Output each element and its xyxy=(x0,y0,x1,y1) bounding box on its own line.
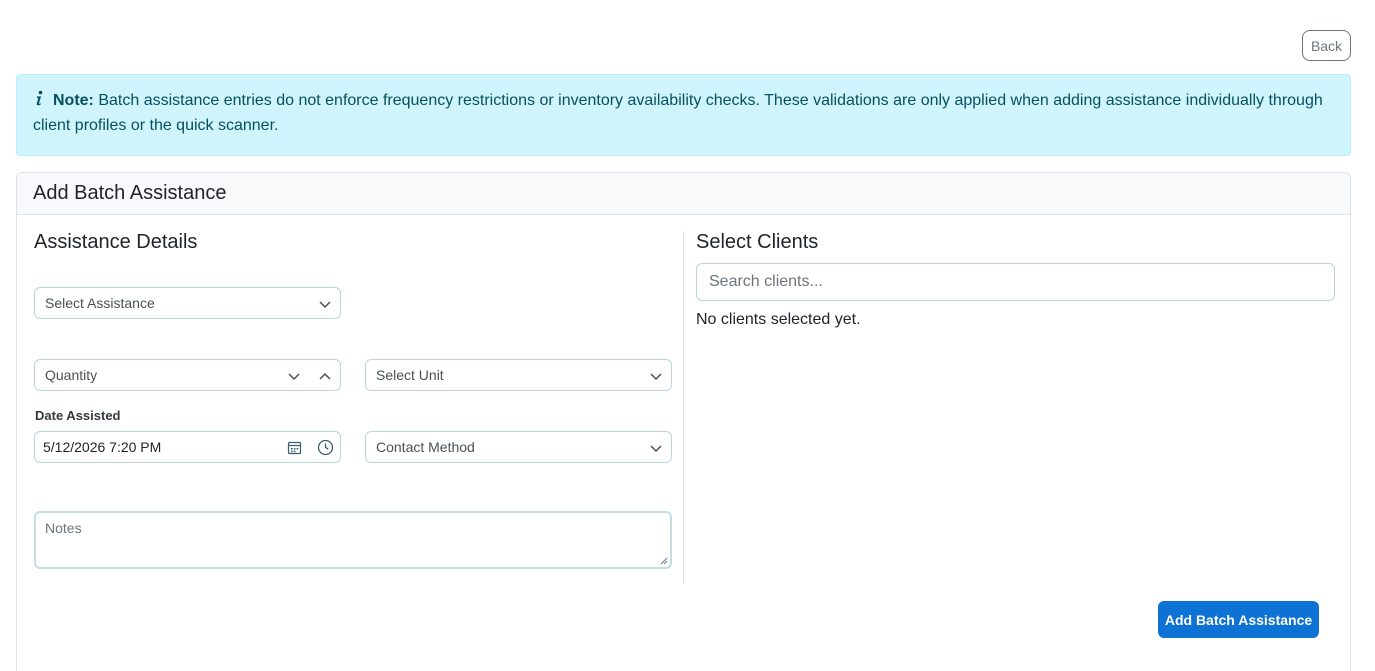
select-clients-title: Select Clients xyxy=(696,231,819,253)
clock-icon[interactable] xyxy=(317,439,334,456)
notes-placeholder: Notes xyxy=(45,520,82,536)
quantity-placeholder: Quantity xyxy=(45,367,98,383)
info-alert: Note: Batch assistance entries do not en… xyxy=(16,74,1351,156)
note-text: Batch assistance entries do not enforce … xyxy=(33,92,1323,134)
column-divider xyxy=(683,231,684,584)
quantity-stepper[interactable]: Quantity xyxy=(34,359,341,391)
back-button[interactable]: Back xyxy=(1302,30,1351,61)
assistance-select-value: Select Assistance xyxy=(45,295,155,311)
date-assisted-label: Date Assisted xyxy=(35,408,121,423)
contact-method-value: Contact Method xyxy=(376,439,475,455)
increment-chevron-up-icon[interactable] xyxy=(318,369,332,383)
assistance-select[interactable]: Select Assistance xyxy=(34,287,341,319)
batch-assistance-card: Add Batch Assistance Assistance Details … xyxy=(16,172,1351,671)
notes-textarea[interactable]: Notes xyxy=(34,511,672,569)
client-search-input[interactable]: Search clients... xyxy=(696,263,1335,301)
chevron-down-icon xyxy=(650,445,662,453)
unit-select-value: Select Unit xyxy=(376,367,444,383)
date-assisted-value: 5/12/2026 7:20 PM xyxy=(43,439,162,455)
unit-select[interactable]: Select Unit xyxy=(365,359,672,391)
card-title: Add Batch Assistance xyxy=(17,173,1350,215)
info-icon xyxy=(33,90,47,114)
empty-clients-message: No clients selected yet. xyxy=(696,311,861,328)
client-search-placeholder: Search clients... xyxy=(709,273,823,290)
decrement-chevron-down-icon[interactable] xyxy=(287,369,301,383)
chevron-down-icon xyxy=(650,373,662,381)
note-label: Note: xyxy=(53,92,94,109)
calendar-icon[interactable] xyxy=(287,440,302,455)
resize-handle-icon[interactable] xyxy=(660,557,668,565)
assistance-details-title: Assistance Details xyxy=(34,231,198,253)
chevron-down-icon xyxy=(319,301,331,309)
add-batch-assistance-button[interactable]: Add Batch Assistance xyxy=(1158,601,1319,638)
contact-method-select[interactable]: Contact Method xyxy=(365,431,672,463)
page: Back Note: Batch assistance entries do n… xyxy=(0,0,1375,671)
date-assisted-input[interactable]: 5/12/2026 7:20 PM xyxy=(34,431,341,463)
